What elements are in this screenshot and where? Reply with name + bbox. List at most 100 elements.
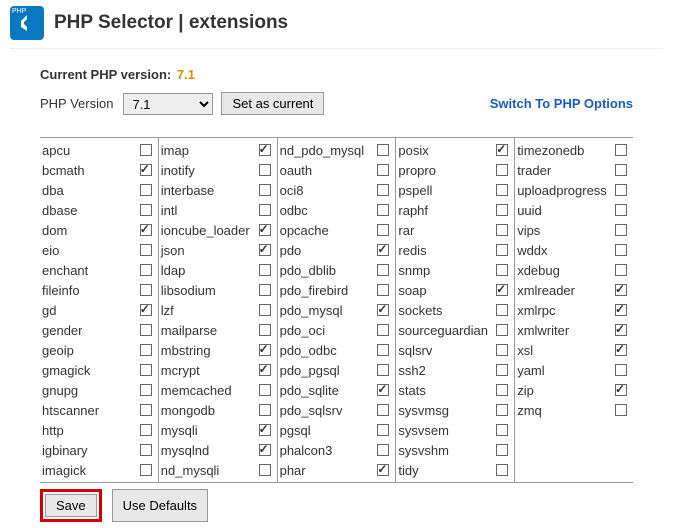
ext-checkbox-pdo_odbc[interactable] bbox=[377, 344, 389, 356]
ext-checkbox-sockets[interactable] bbox=[496, 304, 508, 316]
ext-checkbox-opcache[interactable] bbox=[377, 224, 389, 236]
ext-checkbox-pdo[interactable] bbox=[377, 244, 389, 256]
ext-checkbox-geoip[interactable] bbox=[140, 344, 152, 356]
ext-checkbox-pspell[interactable] bbox=[496, 184, 508, 196]
ext-label: soap bbox=[396, 283, 426, 298]
ext-checkbox-mongodb[interactable] bbox=[259, 404, 271, 416]
ext-checkbox-oauth[interactable] bbox=[377, 164, 389, 176]
ext-checkbox-intl[interactable] bbox=[259, 204, 271, 216]
ext-checkbox-sysvshm[interactable] bbox=[496, 444, 508, 456]
ext-checkbox-json[interactable] bbox=[259, 244, 271, 256]
ext-checkbox-htscanner[interactable] bbox=[140, 404, 152, 416]
ext-checkbox-mbstring[interactable] bbox=[259, 344, 271, 356]
ext-checkbox-dbase[interactable] bbox=[140, 204, 152, 216]
ext-label: http bbox=[40, 423, 64, 438]
ext-checkbox-timezonedb[interactable] bbox=[615, 144, 627, 156]
ext-checkbox-pdo_oci[interactable] bbox=[377, 324, 389, 336]
ext-checkbox-uploadprogress[interactable] bbox=[615, 184, 627, 196]
ext-row-gmagick: gmagick bbox=[40, 360, 152, 380]
ext-checkbox-soap[interactable] bbox=[496, 284, 508, 296]
ext-checkbox-redis[interactable] bbox=[496, 244, 508, 256]
ext-checkbox-igbinary[interactable] bbox=[140, 444, 152, 456]
ext-checkbox-enchant[interactable] bbox=[140, 264, 152, 276]
ext-checkbox-http[interactable] bbox=[140, 424, 152, 436]
ext-checkbox-mysqli[interactable] bbox=[259, 424, 271, 436]
ext-checkbox-xsl[interactable] bbox=[615, 344, 627, 356]
php-version-select[interactable]: 7.1 bbox=[123, 93, 213, 115]
ext-label: libsodium bbox=[159, 283, 216, 298]
ext-checkbox-imagick[interactable] bbox=[140, 464, 152, 476]
ext-checkbox-raphf[interactable] bbox=[496, 204, 508, 216]
ext-checkbox-nd_mysqli[interactable] bbox=[259, 464, 271, 476]
ext-row-wddx: wddx bbox=[515, 240, 627, 260]
ext-checkbox-ssh2[interactable] bbox=[496, 364, 508, 376]
ext-checkbox-gmagick[interactable] bbox=[140, 364, 152, 376]
ext-checkbox-pgsql[interactable] bbox=[377, 424, 389, 436]
ext-checkbox-gnupg[interactable] bbox=[140, 384, 152, 396]
ext-checkbox-sourceguardian[interactable] bbox=[496, 324, 508, 336]
ext-checkbox-fileinfo[interactable] bbox=[140, 284, 152, 296]
ext-checkbox-uuid[interactable] bbox=[615, 204, 627, 216]
ext-checkbox-wddx[interactable] bbox=[615, 244, 627, 256]
ext-checkbox-mysqlnd[interactable] bbox=[259, 444, 271, 456]
ext-checkbox-mailparse[interactable] bbox=[259, 324, 271, 336]
ext-checkbox-pdo_dblib[interactable] bbox=[377, 264, 389, 276]
ext-checkbox-snmp[interactable] bbox=[496, 264, 508, 276]
ext-checkbox-phalcon3[interactable] bbox=[377, 444, 389, 456]
use-defaults-button[interactable]: Use Defaults bbox=[112, 489, 208, 522]
ext-checkbox-sqlsrv[interactable] bbox=[496, 344, 508, 356]
ext-checkbox-nd_pdo_mysql[interactable] bbox=[377, 144, 389, 156]
ext-checkbox-gd[interactable] bbox=[140, 304, 152, 316]
ext-checkbox-lzf[interactable] bbox=[259, 304, 271, 316]
ext-checkbox-posix[interactable] bbox=[496, 144, 508, 156]
page-title: PHP Selector | extensions bbox=[54, 12, 288, 34]
ext-checkbox-dom[interactable] bbox=[140, 224, 152, 236]
ext-checkbox-ldap[interactable] bbox=[259, 264, 271, 276]
ext-checkbox-inotify[interactable] bbox=[259, 164, 271, 176]
ext-checkbox-gender[interactable] bbox=[140, 324, 152, 336]
ext-label: trader bbox=[515, 163, 551, 178]
ext-checkbox-vips[interactable] bbox=[615, 224, 627, 236]
switch-options-link[interactable]: Switch To PHP Options bbox=[490, 96, 633, 111]
ext-checkbox-oci8[interactable] bbox=[377, 184, 389, 196]
ext-checkbox-zmq[interactable] bbox=[615, 404, 627, 416]
ext-checkbox-propro[interactable] bbox=[496, 164, 508, 176]
ext-checkbox-stats[interactable] bbox=[496, 384, 508, 396]
ext-checkbox-interbase[interactable] bbox=[259, 184, 271, 196]
ext-checkbox-xmlwriter[interactable] bbox=[615, 324, 627, 336]
ext-checkbox-pdo_firebird[interactable] bbox=[377, 284, 389, 296]
ext-checkbox-ioncube_loader[interactable] bbox=[259, 224, 271, 236]
ext-checkbox-zip[interactable] bbox=[615, 384, 627, 396]
ext-checkbox-libsodium[interactable] bbox=[259, 284, 271, 296]
ext-label: oauth bbox=[278, 163, 313, 178]
ext-label: yaml bbox=[515, 363, 544, 378]
ext-label: stats bbox=[396, 383, 425, 398]
ext-checkbox-xmlreader[interactable] bbox=[615, 284, 627, 296]
ext-checkbox-memcached[interactable] bbox=[259, 384, 271, 396]
ext-checkbox-pdo_sqlsrv[interactable] bbox=[377, 404, 389, 416]
ext-checkbox-apcu[interactable] bbox=[140, 144, 152, 156]
ext-row-gd: gd bbox=[40, 300, 152, 320]
ext-checkbox-pdo_sqlite[interactable] bbox=[377, 384, 389, 396]
set-as-current-button[interactable]: Set as current bbox=[221, 92, 324, 115]
ext-checkbox-trader[interactable] bbox=[615, 164, 627, 176]
ext-checkbox-eio[interactable] bbox=[140, 244, 152, 256]
save-button[interactable]: Save bbox=[45, 494, 97, 517]
ext-checkbox-rar[interactable] bbox=[496, 224, 508, 236]
ext-row-lzf: lzf bbox=[159, 300, 271, 320]
ext-checkbox-xdebug[interactable] bbox=[615, 264, 627, 276]
ext-checkbox-pdo_mysql[interactable] bbox=[377, 304, 389, 316]
ext-checkbox-xmlrpc[interactable] bbox=[615, 304, 627, 316]
ext-checkbox-yaml[interactable] bbox=[615, 364, 627, 376]
ext-row-rar: rar bbox=[396, 220, 508, 240]
ext-checkbox-pdo_pgsql[interactable] bbox=[377, 364, 389, 376]
ext-checkbox-sysvsem[interactable] bbox=[496, 424, 508, 436]
ext-checkbox-dba[interactable] bbox=[140, 184, 152, 196]
ext-checkbox-sysvmsg[interactable] bbox=[496, 404, 508, 416]
ext-checkbox-odbc[interactable] bbox=[377, 204, 389, 216]
ext-checkbox-tidy[interactable] bbox=[496, 464, 508, 476]
ext-checkbox-phar[interactable] bbox=[377, 464, 389, 476]
ext-checkbox-imap[interactable] bbox=[259, 144, 271, 156]
ext-checkbox-bcmath[interactable] bbox=[140, 164, 152, 176]
ext-checkbox-mcrypt[interactable] bbox=[259, 364, 271, 376]
